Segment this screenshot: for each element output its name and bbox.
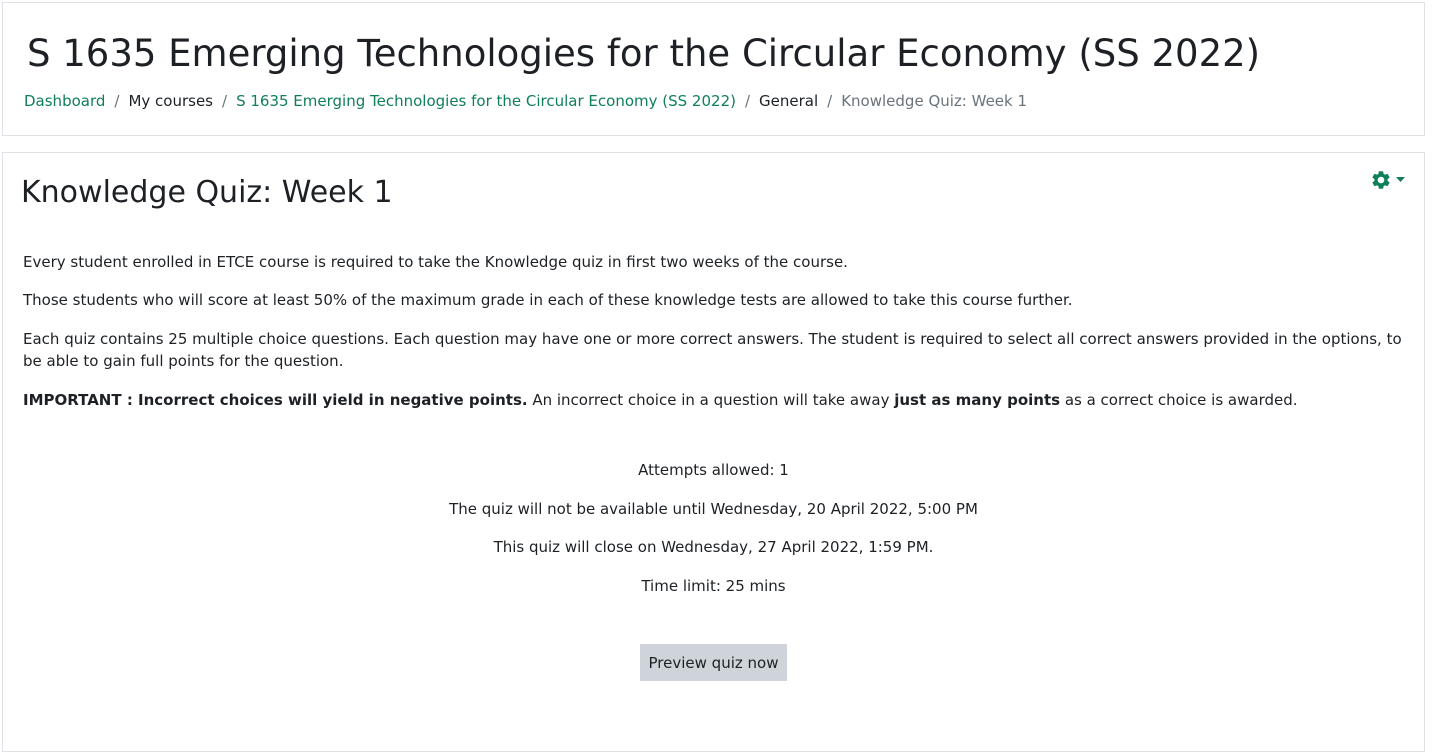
caret-down-icon [1396, 177, 1405, 183]
breadcrumb-current: Knowledge Quiz: Week 1 [841, 92, 1028, 110]
important-notice: IMPORTANT : Incorrect choices will yield… [23, 391, 528, 409]
breadcrumb-separator: / [827, 92, 833, 110]
time-limit: Time limit: 25 mins [641, 577, 786, 595]
quiz-close-date: This quiz will close on Wednesday, 27 Ap… [493, 538, 934, 556]
breadcrumb: Dashboard / My courses / S 1635 Emerging… [24, 91, 1027, 111]
quiz-title: Knowledge Quiz: Week 1 [21, 175, 393, 210]
quiz-open-date: The quiz will not be available until Wed… [449, 500, 978, 518]
breadcrumb-dashboard-link[interactable]: Dashboard [24, 91, 105, 111]
intro-paragraph-2: Those students who will score at least 5… [23, 291, 1073, 309]
preview-quiz-button[interactable]: Preview quiz now [640, 644, 787, 681]
breadcrumb-my-courses: My courses [128, 92, 213, 110]
intro-paragraph-4: IMPORTANT : Incorrect choices will yield… [23, 389, 1403, 411]
emphasis-text: just as many points [894, 391, 1061, 409]
page-header: S 1635 Emerging Technologies for the Cir… [2, 2, 1425, 136]
gear-icon [1370, 169, 1392, 191]
settings-menu-button[interactable] [1370, 166, 1412, 194]
intro-paragraph-1: Every student enrolled in ETCE course is… [23, 253, 848, 271]
intro-paragraph-3: Each quiz contains 25 multiple choice qu… [23, 330, 1402, 370]
intro-text: An incorrect choice in a question will t… [527, 391, 895, 409]
breadcrumb-course-link[interactable]: S 1635 Emerging Technologies for the Cir… [236, 91, 736, 111]
intro-text: as a correct choice is awarded. [1060, 391, 1298, 409]
page-title: S 1635 Emerging Technologies for the Cir… [27, 32, 1261, 75]
breadcrumb-separator: / [744, 92, 751, 110]
breadcrumb-separator: / [222, 92, 228, 110]
breadcrumb-general: General [759, 92, 819, 110]
breadcrumb-separator: / [114, 92, 120, 110]
attempts-allowed: Attempts allowed: 1 [638, 461, 789, 479]
